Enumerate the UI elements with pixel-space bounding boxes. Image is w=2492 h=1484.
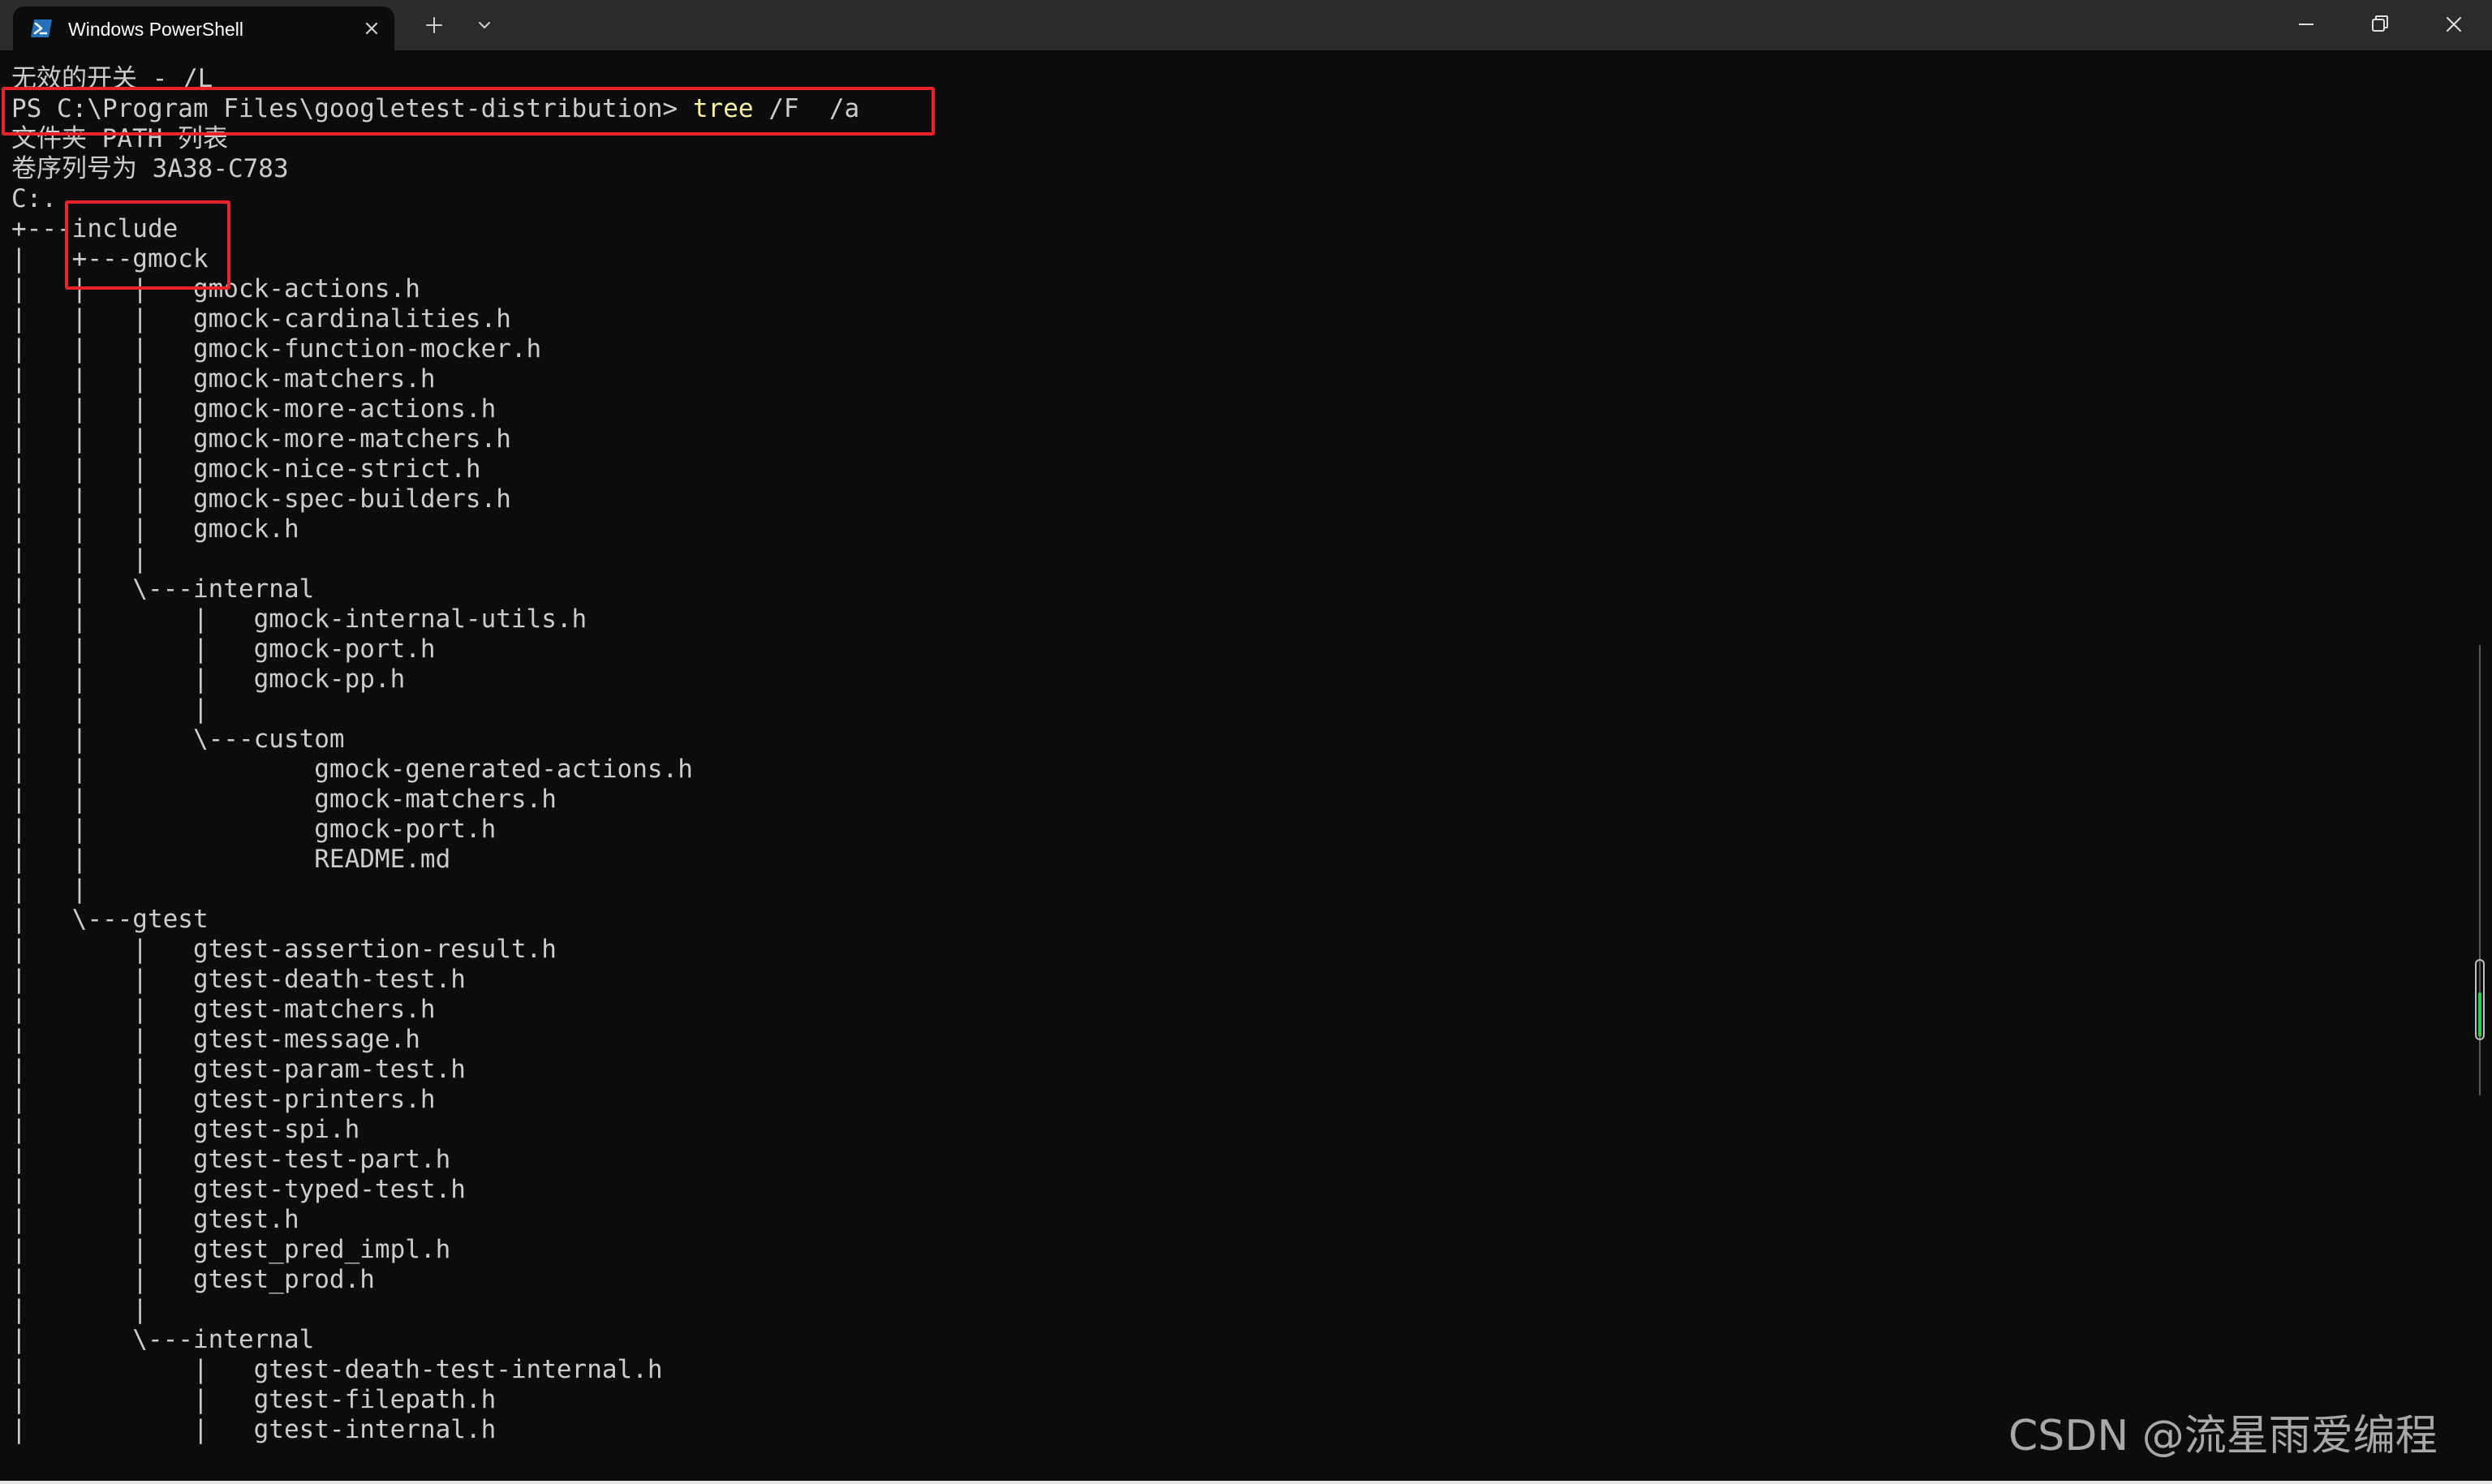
- terminal-line: | | gtest-param-test.h: [11, 1055, 466, 1084]
- terminal-line: | | gmock-generated-actions.h: [11, 755, 693, 784]
- tab-title: Windows PowerShell: [68, 19, 244, 40]
- terminal-line: | |: [11, 875, 88, 904]
- terminal-line: | | gtest-matchers.h: [11, 995, 436, 1024]
- tab-windows-powershell[interactable]: Windows PowerShell: [13, 6, 394, 50]
- terminal-line: | | gtest-test-part.h: [11, 1145, 451, 1174]
- terminal-line: | | gmock-port.h: [11, 815, 497, 844]
- powershell-window: Windows PowerShell 无效的开关 - /L PS C:\Prog…: [0, 0, 2492, 1484]
- terminal-line: | | | gmock-matchers.h: [11, 364, 436, 394]
- terminal-line: | | gtest-spi.h: [11, 1115, 360, 1144]
- restore-icon[interactable]: [2361, 8, 2397, 41]
- terminal-line: | | gtest-printers.h: [11, 1085, 436, 1114]
- terminal-line: | \---gtest: [11, 905, 209, 934]
- terminal-line: | | | gmock-internal-utils.h: [11, 604, 587, 634]
- terminal-line: | | gtest_prod.h: [11, 1265, 375, 1294]
- terminal-line: | | | gmock.h: [11, 514, 299, 544]
- terminal-line: | | | gmock-port.h: [11, 634, 436, 664]
- terminal-line: | | gtest-assertion-result.h: [11, 935, 557, 964]
- terminal-line: | | gtest_pred_impl.h: [11, 1235, 451, 1264]
- terminal-line: | | | gmock-cardinalities.h: [11, 304, 511, 333]
- terminal-output[interactable]: 无效的开关 - /L PS C:\Program Files\googletes…: [0, 50, 2467, 1481]
- scrollbar-thumb[interactable]: [2475, 959, 2485, 1040]
- terminal-line: | | |: [11, 544, 148, 574]
- terminal-line: | | \---custom: [11, 725, 345, 754]
- terminal-line: | | |: [11, 695, 209, 724]
- bottom-strip: [0, 1481, 2492, 1484]
- vertical-scrollbar[interactable]: [2475, 645, 2485, 1095]
- watermark: CSDN @流星雨爱编程: [2008, 1412, 2438, 1460]
- terminal-line: | | gtest-death-test-internal.h: [11, 1355, 663, 1384]
- chevron-down-icon[interactable]: [472, 13, 497, 37]
- window-close-icon[interactable]: [2436, 8, 2472, 41]
- terminal-line: | | gtest-death-test.h: [11, 965, 466, 994]
- terminal-line: | | gtest-message.h: [11, 1025, 420, 1054]
- terminal-line: | | | gmock-more-matchers.h: [11, 424, 511, 454]
- terminal-line: | | \---internal: [11, 574, 315, 604]
- powershell-icon: [29, 16, 54, 41]
- terminal-line: | | | gmock-more-actions.h: [11, 394, 497, 424]
- title-bar: Windows PowerShell: [0, 0, 2492, 50]
- minimize-icon[interactable]: [2288, 8, 2324, 41]
- terminal-line: | | gmock-matchers.h: [11, 785, 557, 814]
- scrollbar-thumb-fill: [2478, 992, 2481, 1037]
- plus-icon[interactable]: [422, 13, 446, 37]
- terminal-line: | | | gmock-function-mocker.h: [11, 334, 542, 363]
- terminal-line: C:.: [11, 184, 57, 213]
- terminal-line: | | gtest-internal.h: [11, 1415, 497, 1444]
- terminal-line: | | | gmock-nice-strict.h: [11, 454, 481, 484]
- include-gmock-highlight-box: [65, 200, 230, 290]
- terminal-line: | | | gmock-pp.h: [11, 665, 406, 694]
- terminal-line: | | gtest-filepath.h: [11, 1385, 497, 1414]
- terminal-line: 卷序列号为 3A38-C783: [11, 154, 289, 183]
- close-icon[interactable]: [360, 17, 383, 40]
- terminal-line: | | gtest-typed-test.h: [11, 1175, 466, 1204]
- terminal-line: | \---internal: [11, 1325, 315, 1354]
- command-highlight-box: [2, 87, 935, 135]
- terminal-line: | | README.md: [11, 845, 451, 874]
- terminal-line: | | | gmock-spec-builders.h: [11, 484, 511, 514]
- terminal-line: | |: [11, 1295, 148, 1324]
- terminal-line: | | gtest.h: [11, 1205, 299, 1234]
